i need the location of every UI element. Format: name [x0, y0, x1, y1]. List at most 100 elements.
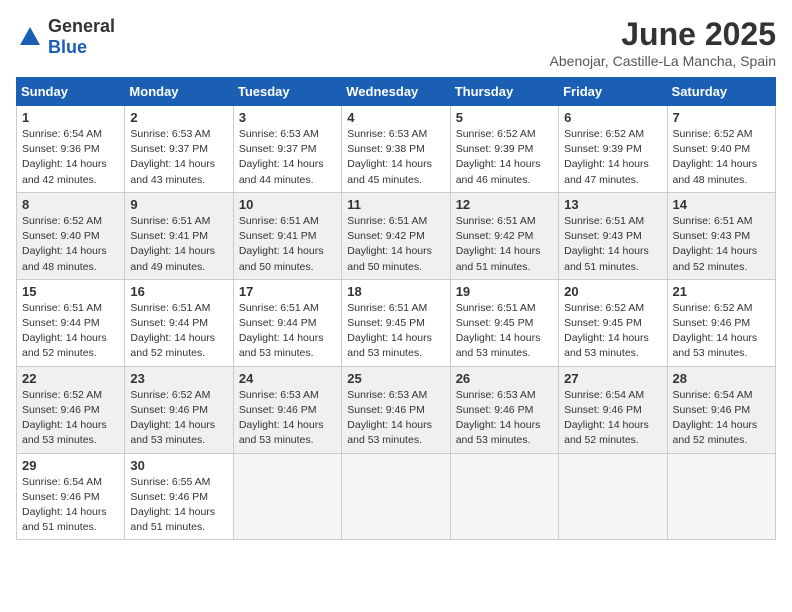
day-info: Sunrise: 6:52 AMSunset: 9:40 PMDaylight:…	[673, 127, 770, 188]
daylight-text: Daylight: 14 hours and 53 minutes.	[22, 419, 107, 446]
daylight-text: Daylight: 14 hours and 51 minutes.	[564, 245, 649, 272]
sunrise-text: Sunrise: 6:54 AM	[22, 476, 102, 488]
sunset-text: Sunset: 9:45 PM	[456, 317, 534, 329]
table-row: 19Sunrise: 6:51 AMSunset: 9:45 PMDayligh…	[450, 279, 558, 366]
sunrise-text: Sunrise: 6:51 AM	[673, 215, 753, 227]
day-number: 5	[456, 110, 553, 125]
sunset-text: Sunset: 9:37 PM	[130, 143, 208, 155]
sunset-text: Sunset: 9:39 PM	[456, 143, 534, 155]
table-row	[559, 453, 667, 540]
sunset-text: Sunset: 9:46 PM	[456, 404, 534, 416]
day-info: Sunrise: 6:51 AMSunset: 9:44 PMDaylight:…	[22, 301, 119, 362]
logo: General Blue	[16, 16, 115, 58]
header-sunday: Sunday	[17, 78, 125, 106]
daylight-text: Daylight: 14 hours and 52 minutes.	[673, 419, 758, 446]
day-info: Sunrise: 6:54 AMSunset: 9:36 PMDaylight:…	[22, 127, 119, 188]
daylight-text: Daylight: 14 hours and 47 minutes.	[564, 158, 649, 185]
logo-icon	[16, 23, 44, 51]
daylight-text: Daylight: 14 hours and 42 minutes.	[22, 158, 107, 185]
sunset-text: Sunset: 9:46 PM	[239, 404, 317, 416]
day-info: Sunrise: 6:51 AMSunset: 9:42 PMDaylight:…	[456, 214, 553, 275]
sunset-text: Sunset: 9:45 PM	[347, 317, 425, 329]
day-number: 15	[22, 284, 119, 299]
logo-general: General	[48, 16, 115, 36]
day-number: 27	[564, 371, 661, 386]
day-number: 6	[564, 110, 661, 125]
table-row: 8Sunrise: 6:52 AMSunset: 9:40 PMDaylight…	[17, 192, 125, 279]
day-info: Sunrise: 6:53 AM Sunset: 9:37 PM Daylight:…	[239, 127, 336, 188]
sunrise-text: Sunrise: 6:51 AM	[239, 215, 319, 227]
day-number: 28	[673, 371, 770, 386]
day-number: 10	[239, 197, 336, 212]
sunrise-text: Sunrise: 6:52 AM	[456, 128, 536, 140]
sunrise-text: Sunrise: 6:51 AM	[130, 302, 210, 314]
daylight-text: Daylight: 14 hours and 44 minutes.	[239, 158, 324, 185]
day-info: Sunrise: 6:51 AMSunset: 9:44 PMDaylight:…	[239, 301, 336, 362]
sunset-text: Sunset: 9:46 PM	[22, 404, 100, 416]
sunset-text: Sunset: 9:37 PM	[239, 143, 317, 155]
sunrise-text: Sunrise: 6:53 AM	[239, 128, 319, 140]
day-info: Sunrise: 6:51 AMSunset: 9:41 PMDaylight:…	[130, 214, 227, 275]
day-number: 7	[673, 110, 770, 125]
sunset-text: Sunset: 9:40 PM	[22, 230, 100, 242]
day-info: Sunrise: 6:52 AMSunset: 9:46 PMDaylight:…	[130, 388, 227, 449]
day-number: 21	[673, 284, 770, 299]
day-info: Sunrise: 6:51 AMSunset: 9:43 PMDaylight:…	[564, 214, 661, 275]
table-row	[667, 453, 775, 540]
table-row	[342, 453, 450, 540]
table-row: 20Sunrise: 6:52 AMSunset: 9:45 PMDayligh…	[559, 279, 667, 366]
table-row: 22Sunrise: 6:52 AMSunset: 9:46 PMDayligh…	[17, 366, 125, 453]
sunrise-text: Sunrise: 6:55 AM	[130, 476, 210, 488]
day-info: Sunrise: 6:53 AMSunset: 9:46 PMDaylight:…	[456, 388, 553, 449]
day-info: Sunrise: 6:51 AMSunset: 9:41 PMDaylight:…	[239, 214, 336, 275]
table-row: 13Sunrise: 6:51 AMSunset: 9:43 PMDayligh…	[559, 192, 667, 279]
daylight-text: Daylight: 14 hours and 48 minutes.	[22, 245, 107, 272]
table-row	[450, 453, 558, 540]
sunrise-text: Sunrise: 6:51 AM	[347, 302, 427, 314]
calendar-title: June 2025	[550, 16, 776, 53]
daylight-text: Daylight: 14 hours and 53 minutes.	[130, 419, 215, 446]
day-number: 17	[239, 284, 336, 299]
table-row: 12Sunrise: 6:51 AMSunset: 9:42 PMDayligh…	[450, 192, 558, 279]
sunset-text: Sunset: 9:40 PM	[673, 143, 751, 155]
day-info: Sunrise: 6:53 AMSunset: 9:37 PMDaylight:…	[130, 127, 227, 188]
sunset-text: Sunset: 9:44 PM	[22, 317, 100, 329]
day-number: 24	[239, 371, 336, 386]
daylight-text: Daylight: 14 hours and 48 minutes.	[673, 158, 758, 185]
daylight-text: Daylight: 14 hours and 52 minutes.	[673, 245, 758, 272]
sunset-text: Sunset: 9:39 PM	[564, 143, 642, 155]
calendar-subtitle: Abenojar, Castille-La Mancha, Spain	[550, 53, 776, 69]
day-number: 23	[130, 371, 227, 386]
table-row: 5Sunrise: 6:52 AMSunset: 9:39 PMDaylight…	[450, 106, 558, 193]
table-row: 30Sunrise: 6:55 AMSunset: 9:46 PMDayligh…	[125, 453, 233, 540]
table-row: 14Sunrise: 6:51 AMSunset: 9:43 PMDayligh…	[667, 192, 775, 279]
sunrise-text: Sunrise: 6:51 AM	[456, 302, 536, 314]
day-number: 18	[347, 284, 444, 299]
title-area: June 2025 Abenojar, Castille-La Mancha, …	[550, 16, 776, 69]
day-info: Sunrise: 6:51 AMSunset: 9:44 PMDaylight:…	[130, 301, 227, 362]
table-row: 27Sunrise: 6:54 AMSunset: 9:46 PMDayligh…	[559, 366, 667, 453]
day-number: 9	[130, 197, 227, 212]
day-info: Sunrise: 6:52 AMSunset: 9:40 PMDaylight:…	[22, 214, 119, 275]
table-row: 21Sunrise: 6:52 AMSunset: 9:46 PMDayligh…	[667, 279, 775, 366]
table-row: 25Sunrise: 6:53 AMSunset: 9:46 PMDayligh…	[342, 366, 450, 453]
table-row: 10 Sunrise: 6:51 AMSunset: 9:41 PMDayligh…	[233, 192, 341, 279]
calendar-table: Sunday Monday Tuesday Wednesday Thursday…	[16, 77, 776, 540]
sunset-text: Sunset: 9:43 PM	[564, 230, 642, 242]
daylight-text: Daylight: 14 hours and 53 minutes.	[456, 419, 541, 446]
table-row: 18Sunrise: 6:51 AMSunset: 9:45 PMDayligh…	[342, 279, 450, 366]
table-row: 1Sunrise: 6:54 AMSunset: 9:36 PMDaylight…	[17, 106, 125, 193]
sunset-text: Sunset: 9:42 PM	[347, 230, 425, 242]
weekday-header-row: Sunday Monday Tuesday Wednesday Thursday…	[17, 78, 776, 106]
daylight-text: Daylight: 14 hours and 53 minutes.	[564, 332, 649, 359]
day-number: 20	[564, 284, 661, 299]
sunrise-text: Sunrise: 6:53 AM	[347, 389, 427, 401]
sunrise-text: Sunrise: 6:51 AM	[456, 215, 536, 227]
day-number: 22	[22, 371, 119, 386]
table-row: 17 Sunrise: 6:51 AMSunset: 9:44 PMDayligh…	[233, 279, 341, 366]
table-row: 29Sunrise: 6:54 AMSunset: 9:46 PMDayligh…	[17, 453, 125, 540]
daylight-text: Daylight: 14 hours and 52 minutes.	[22, 332, 107, 359]
daylight-text: Daylight: 14 hours and 53 minutes.	[456, 332, 541, 359]
sunset-text: Sunset: 9:41 PM	[130, 230, 208, 242]
calendar-week-row: 8Sunrise: 6:52 AMSunset: 9:40 PMDaylight…	[17, 192, 776, 279]
